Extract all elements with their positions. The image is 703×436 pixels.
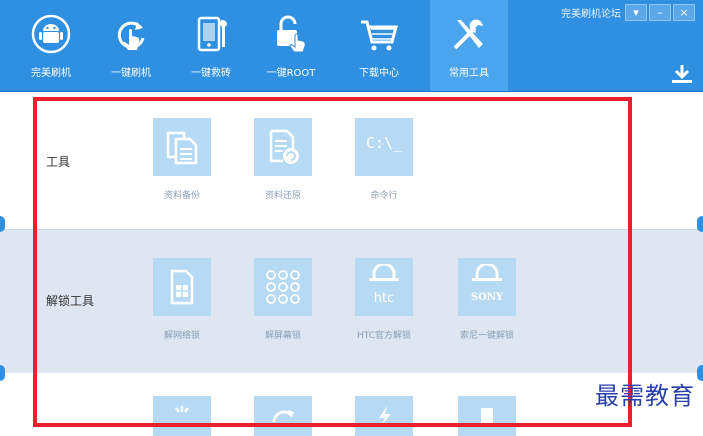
backup-tile[interactable] [153, 118, 211, 176]
restore-tile[interactable] [254, 118, 312, 176]
burst-icon [175, 406, 189, 413]
more-tool-tile[interactable] [458, 396, 516, 436]
sony-text: SONY [470, 292, 504, 303]
tool-sony-unlock[interactable]: SONY 索尼一键解锁 [452, 258, 522, 348]
square-icon [481, 408, 493, 424]
nav-item-one-key-flash[interactable]: 一键刷机 [92, 0, 170, 91]
right-scroll-handle[interactable] [697, 216, 703, 232]
more-tool-tile[interactable] [254, 396, 312, 436]
tool-label: 解屏幕锁 [264, 331, 301, 341]
tool-backup[interactable]: 资料备份 [147, 118, 217, 208]
nav-label: 一键刷机 [111, 68, 151, 79]
left-scroll-handle[interactable] [0, 216, 5, 232]
watermark: 最需教育 [595, 382, 695, 410]
tool-restore[interactable]: 资料还原 [248, 118, 318, 208]
left-scroll-handle[interactable] [0, 365, 5, 381]
sony-lock-icon [472, 264, 502, 281]
backup-icon [166, 131, 198, 165]
sim-card-icon [170, 269, 194, 305]
nav-label: 常用工具 [449, 68, 489, 79]
phone-wrench-icon [197, 16, 227, 52]
minimize-button[interactable]: – [649, 4, 671, 21]
download-arrow-icon [672, 65, 692, 83]
nav-label: 一键ROOT [266, 68, 316, 79]
restore-icon [269, 129, 299, 164]
more-tool-tile[interactable] [355, 396, 413, 436]
tool-label: 资料备份 [163, 191, 200, 201]
htc-text: htc [373, 291, 395, 306]
refresh-hand-icon [117, 21, 145, 50]
nav-item-one-key-root[interactable]: 一键ROOT [252, 0, 330, 91]
tool-command-line[interactable]: C:\_ 命令行 [349, 118, 419, 208]
tool-label: 索尼一键解锁 [459, 331, 514, 341]
cart-icon [361, 20, 398, 51]
section-title-tools: 工具 [46, 155, 71, 169]
htc-lock-icon [369, 264, 399, 281]
right-scroll-handle[interactable] [697, 365, 703, 381]
tools-section: 工具 资料备份 资料还原 C:\_ 命令行 [0, 92, 703, 229]
section-title-unlock-tools: 解锁工具 [46, 294, 95, 308]
unlock-tools-section: 解锁工具 解网络锁 解屏幕锁 htc HTC官方解锁 SONY 索尼一键解锁 [0, 229, 703, 374]
tools-panel: 工具 资料备份 资料还原 C:\_ 命令行 解锁工具 解网络锁 解屏幕锁 htc… [0, 92, 703, 436]
network-unlock-tile[interactable] [153, 258, 211, 316]
tool-network-unlock[interactable]: 解网络锁 [147, 258, 217, 348]
command-line-tile[interactable]: C:\_ [355, 118, 413, 176]
tool-label: HTC官方解锁 [356, 331, 412, 341]
nav-label: 下载中心 [359, 68, 399, 79]
more-tool-tile[interactable] [153, 396, 211, 436]
pattern-lock-icon [266, 270, 300, 304]
android-icon [31, 14, 71, 54]
nav-item-perfect-flash[interactable]: 完美刷机 [12, 0, 90, 91]
top-toolbar: 完美刷机论坛 ▾ – × 完美刷机 一键刷机 一键救砖 一键ROOT 下载中心 … [0, 0, 703, 92]
tool-screen-unlock[interactable]: 解屏幕锁 [248, 258, 318, 348]
nav-item-one-key-rescue[interactable]: 一键救砖 [172, 0, 250, 91]
sony-unlock-tile[interactable]: SONY [458, 258, 516, 316]
unlock-hand-icon [277, 15, 306, 53]
refresh-icon [272, 410, 294, 423]
nav-label: 一键救砖 [191, 68, 231, 79]
close-button[interactable]: × [673, 4, 695, 21]
lightning-icon [379, 406, 391, 424]
download-button[interactable] [671, 64, 693, 88]
tool-label: 资料还原 [264, 191, 301, 201]
screen-unlock-tile[interactable] [254, 258, 312, 316]
nav-label: 完美刷机 [31, 68, 71, 79]
menu-dropdown-button[interactable]: ▾ [625, 4, 647, 21]
htc-unlock-tile[interactable]: htc [355, 258, 413, 316]
command-line-icon: C:\_ [365, 134, 403, 152]
tool-label: 解网络锁 [163, 331, 200, 341]
tools-icon [453, 19, 483, 50]
nav-item-download-center[interactable]: 下载中心 [340, 0, 418, 91]
nav-item-common-tools[interactable]: 常用工具 [430, 0, 508, 91]
forum-title[interactable]: 完美刷机论坛 [561, 5, 621, 20]
tool-label: 命令行 [370, 191, 398, 201]
tool-htc-unlock[interactable]: htc HTC官方解锁 [349, 258, 419, 348]
